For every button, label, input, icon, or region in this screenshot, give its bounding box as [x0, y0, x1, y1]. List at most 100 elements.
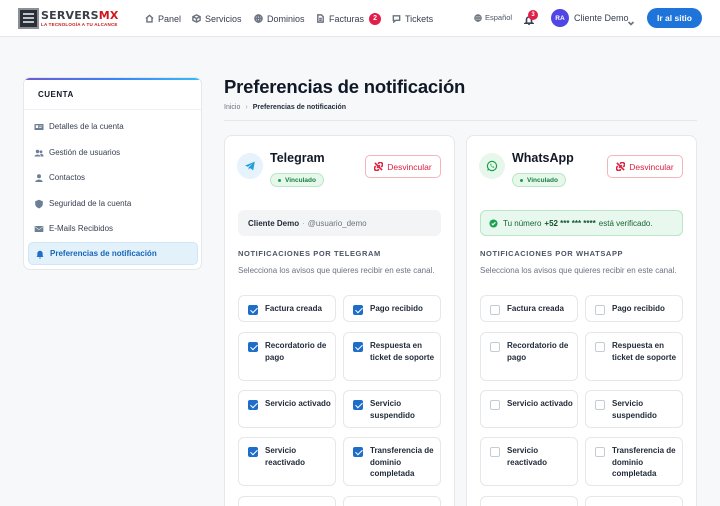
language-selector[interactable]: Español — [474, 13, 512, 22]
option-payment-received[interactable]: Pago recibido — [343, 295, 441, 322]
checkbox[interactable] — [595, 305, 605, 315]
section-title: NOTIFICACIONES POR TELEGRAM — [238, 249, 381, 258]
divider — [224, 120, 697, 121]
checkbox[interactable] — [595, 400, 605, 410]
breadcrumb-home[interactable]: Inicio — [224, 104, 240, 111]
section-description: Selecciona los avisos que quieres recibi… — [480, 266, 677, 275]
option-service-suspended[interactable]: Servicio suspendido — [585, 390, 683, 428]
checkbox[interactable] — [490, 447, 500, 457]
telegram-card: Telegram Vinculado Desvincular Cliente D… — [224, 135, 455, 506]
breadcrumb-current: Preferencias de notificación — [252, 104, 347, 111]
chat-icon — [392, 15, 401, 23]
status-badge: Vinculado — [270, 173, 324, 187]
server-icon — [18, 8, 39, 29]
nav-dominios[interactable]: Dominios — [254, 12, 305, 25]
checkbox[interactable] — [248, 400, 258, 410]
channel-name: Telegram — [270, 151, 325, 165]
mail-icon — [34, 225, 44, 232]
sidebar-item-contacts[interactable]: Contactos — [28, 166, 198, 189]
option-service-activated[interactable]: Servicio activado — [480, 390, 578, 428]
checkbox[interactable] — [595, 342, 605, 352]
nav-panel[interactable]: Panel — [145, 12, 181, 25]
option-invoice-created[interactable]: Factura creada — [238, 295, 336, 322]
nav-facturas[interactable]: Facturas 2 — [316, 12, 382, 25]
linked-account: Cliente Demo · @usuario_demo — [238, 210, 441, 236]
globe-icon — [254, 14, 263, 23]
unlink-icon — [374, 162, 384, 171]
whatsapp-icon — [479, 153, 505, 179]
sidebar-item-security[interactable]: Seguridad de la cuenta — [28, 192, 198, 215]
sidebar-item-account-details[interactable]: Detalles de la cuenta — [28, 115, 198, 138]
option-service-reactivated[interactable]: Servicio reactivado — [238, 437, 336, 486]
page-title: Preferencias de notificación — [224, 76, 466, 97]
users-icon — [34, 149, 44, 156]
divider — [24, 109, 201, 110]
option-ticket-reply[interactable]: Respuesta en ticket de soporte — [585, 332, 683, 381]
checkbox[interactable] — [353, 400, 363, 410]
separator-dot: · — [302, 218, 305, 228]
verified-alert: Tu número +52 *** *** **** está verifica… — [480, 210, 683, 236]
whatsapp-card: WhatsApp Vinculado Desvincular Tu número… — [466, 135, 697, 506]
checkbox[interactable] — [353, 342, 363, 352]
unlink-telegram-button[interactable]: Desvincular — [365, 155, 441, 178]
section-description: Selecciona los avisos que quieres recibi… — [238, 266, 435, 275]
sidebar-item-notification-prefs[interactable]: Preferencias de notificación — [28, 242, 198, 265]
checkbox[interactable] — [353, 447, 363, 457]
brand-logo[interactable]: SERVERSMX LA TECNOLOGÍA A TU ALCANCE — [18, 8, 118, 29]
sidebar-title: CUENTA — [38, 90, 74, 99]
option-ticket-reply[interactable]: Respuesta en ticket de soporte — [343, 332, 441, 381]
unlink-icon — [616, 162, 626, 171]
option-more[interactable] — [585, 496, 683, 506]
home-icon — [145, 14, 154, 23]
account-sidebar: CUENTA Detalles de la cuenta Gestión de … — [23, 77, 202, 270]
id-card-icon — [34, 123, 44, 130]
box-icon — [192, 14, 201, 23]
status-dot-icon — [278, 178, 281, 182]
checkbox[interactable] — [248, 305, 258, 315]
option-more[interactable] — [343, 496, 441, 506]
option-payment-received[interactable]: Pago recibido — [585, 295, 683, 322]
brand-tagline: LA TECNOLOGÍA A TU ALCANCE — [41, 22, 118, 27]
brand-name: SERVERSMX — [41, 9, 119, 22]
globe-icon — [474, 13, 482, 22]
bell-icon — [36, 250, 44, 259]
checkbox[interactable] — [248, 447, 258, 457]
checkbox[interactable] — [490, 342, 500, 352]
status-badge: Vinculado — [512, 173, 566, 187]
checkbox[interactable] — [595, 447, 605, 457]
sidebar-accent-bar — [24, 78, 201, 80]
user-menu[interactable]: Cliente Demo — [574, 13, 629, 23]
option-domain-transfer[interactable]: Transferencia de dominio completada — [343, 437, 441, 486]
option-more[interactable] — [238, 496, 336, 506]
option-more[interactable] — [480, 496, 578, 506]
section-title: NOTIFICACIONES POR WHATSAPP — [480, 249, 624, 258]
checkbox[interactable] — [490, 400, 500, 410]
channel-name: WhatsApp — [512, 151, 574, 165]
breadcrumb-separator-icon: › — [245, 104, 248, 111]
chevron-down-icon[interactable] — [627, 14, 635, 26]
shield-icon — [35, 199, 43, 208]
sidebar-item-user-management[interactable]: Gestión de usuarios — [28, 141, 198, 164]
unlink-whatsapp-button[interactable]: Desvincular — [607, 155, 683, 178]
top-navbar: SERVERSMX LA TECNOLOGÍA A TU ALCANCE Pan… — [0, 0, 720, 37]
avatar[interactable]: RA — [551, 9, 569, 27]
go-to-site-button[interactable]: Ir al sitio — [647, 8, 702, 28]
option-service-reactivated[interactable]: Servicio reactivado — [480, 437, 578, 486]
option-payment-reminder[interactable]: Recordatorio de pago — [238, 332, 336, 381]
checkbox[interactable] — [353, 305, 363, 315]
option-service-activated[interactable]: Servicio activado — [238, 390, 336, 428]
option-domain-transfer[interactable]: Transferencia de dominio completada — [585, 437, 683, 486]
contact-icon — [35, 173, 43, 182]
breadcrumb: Inicio › Preferencias de notificación — [224, 104, 346, 111]
nav-servicios[interactable]: Servicios — [192, 12, 242, 25]
invoices-badge: 2 — [369, 12, 382, 25]
option-service-suspended[interactable]: Servicio suspendido — [343, 390, 441, 428]
option-payment-reminder[interactable]: Recordatorio de pago — [480, 332, 578, 381]
sidebar-item-emails[interactable]: E-Mails Recibidos — [28, 217, 198, 240]
check-circle-icon — [489, 218, 498, 228]
checkbox[interactable] — [248, 342, 258, 352]
file-icon — [317, 14, 324, 23]
nav-tickets[interactable]: Tickets — [392, 12, 433, 25]
option-invoice-created[interactable]: Factura creada — [480, 295, 578, 322]
checkbox[interactable] — [490, 305, 500, 315]
